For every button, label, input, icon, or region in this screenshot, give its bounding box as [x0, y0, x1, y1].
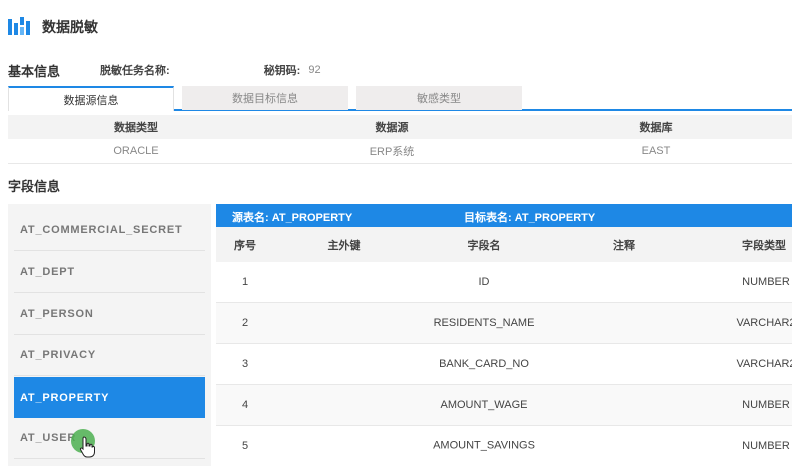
column-header-field-name: 字段名: [467, 239, 501, 252]
table-row: 5 AMOUNT_SAVINGS NUMBER: [216, 426, 792, 466]
row-field-name: BANK_CARD_NO: [439, 358, 529, 370]
table-item-at-user[interactable]: AT_USER: [14, 418, 205, 459]
field-detail-panel: 源表名: AT_PROPERTY 目标表名: AT_PROPERTY 序号 主外…: [216, 204, 792, 466]
basic-info-row: 基本信息 脱敏任务名称: 秘钥码: 92: [8, 60, 788, 80]
cell-data-type: ORACLE: [8, 139, 264, 164]
page-header: 数据脱敏: [8, 14, 98, 40]
page-title: 数据脱敏: [42, 19, 98, 35]
row-field-type: NUMBER: [742, 440, 790, 452]
table-item-at-privacy[interactable]: AT_PRIVACY: [14, 335, 205, 376]
row-field-type: VARCHAR2: [736, 358, 792, 370]
row-field-name: ID: [478, 276, 490, 288]
row-field-name: AMOUNT_WAGE: [440, 399, 528, 411]
data-source-row: ORACLE ERP系统 EAST: [8, 139, 792, 164]
data-source-table: 数据类型 数据源 数据库 ORACLE ERP系统 EAST: [8, 115, 792, 164]
table-list: AT_COMMERCIAL_SECRET AT_DEPT AT_PERSON A…: [8, 204, 211, 466]
row-field-type: NUMBER: [742, 399, 790, 411]
hand-cursor-icon: [79, 436, 95, 458]
target-table-label: 目标表名: AT_PROPERTY: [464, 212, 596, 224]
source-table-label: 源表名: AT_PROPERTY: [232, 212, 353, 224]
row-no: 5: [241, 440, 249, 452]
info-tabs: 数据源信息 数据目标信息 敏感类型: [8, 86, 792, 111]
field-info-title: 字段信息: [8, 179, 61, 194]
table-item-at-property[interactable]: AT_PROPERTY: [14, 377, 205, 418]
cell-data-source: ERP系统: [264, 139, 520, 164]
row-no: 3: [241, 358, 249, 370]
tab-sensitive-type[interactable]: 敏感类型: [356, 86, 522, 110]
data-masking-icon: [8, 17, 30, 35]
basic-info-title: 基本信息: [8, 63, 61, 79]
table-row: 2 RESIDENTS_NAME VARCHAR2: [216, 303, 792, 344]
column-header-no: 序号: [234, 239, 256, 252]
row-no: 4: [241, 399, 249, 411]
key-value: 92: [308, 64, 321, 76]
detail-header: 源表名: AT_PROPERTY 目标表名: AT_PROPERTY: [216, 204, 792, 227]
row-field-name: RESIDENTS_NAME: [433, 317, 535, 329]
table-item-at-dept[interactable]: AT_DEPT: [14, 252, 205, 293]
table-row: 3 BANK_CARD_NO VARCHAR2: [216, 344, 792, 385]
row-no: 2: [241, 317, 249, 329]
task-name-label: 脱敏任务名称:: [100, 65, 170, 77]
column-header-data-type: 数据类型: [8, 115, 264, 139]
table-row: 1 ID NUMBER: [216, 262, 792, 303]
column-header-database: 数据库: [520, 115, 792, 139]
row-field-type: NUMBER: [742, 276, 790, 288]
row-field-name: AMOUNT_SAVINGS: [433, 439, 535, 452]
table-row: 4 AMOUNT_WAGE NUMBER: [216, 385, 792, 426]
tab-data-source[interactable]: 数据源信息: [8, 86, 174, 111]
row-field-type: VARCHAR2: [736, 317, 792, 329]
table-item-at-person[interactable]: AT_PERSON: [14, 294, 205, 335]
column-header-key: 主外键: [327, 239, 361, 252]
field-table-header: 序号 主外键 字段名 注释 字段类型: [216, 227, 792, 262]
data-source-header-row: 数据类型 数据源 数据库: [8, 115, 792, 139]
cell-database: EAST: [520, 139, 792, 164]
column-header-field-type: 字段类型: [742, 239, 786, 252]
key-label: 秘钥码:: [263, 65, 301, 77]
row-no: 1: [241, 276, 249, 288]
tab-data-target[interactable]: 数据目标信息: [182, 86, 348, 110]
column-header-comment: 注释: [613, 239, 635, 252]
column-header-data-source: 数据源: [264, 115, 520, 139]
table-item-at-commercial-secret[interactable]: AT_COMMERCIAL_SECRET: [14, 210, 205, 251]
